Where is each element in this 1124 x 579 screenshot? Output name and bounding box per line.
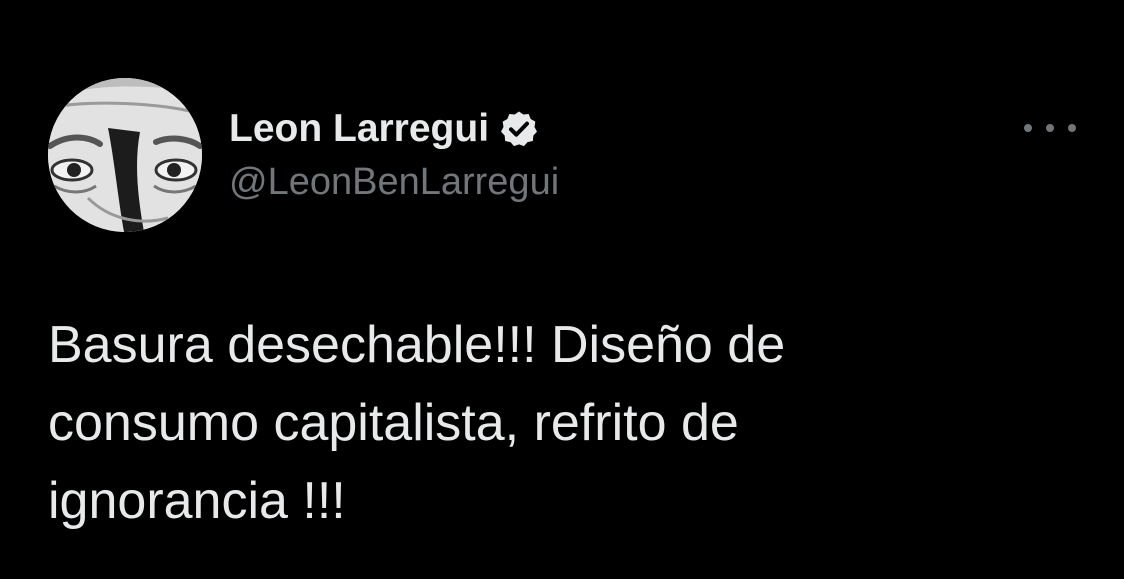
tweet-text: Basura desechable!!! Diseño de consumo c… [48,306,1088,540]
author-name-row: Leon Larregui [229,104,539,154]
display-name[interactable]: Leon Larregui [229,104,489,154]
more-horizontal-icon [1046,124,1054,132]
avatar[interactable] [48,78,202,232]
more-horizontal-icon [1024,124,1032,132]
author-handle[interactable]: @LeonBenLarregui [229,158,559,206]
tweet-text-line: Basura desechable!!! Diseño de [48,316,786,374]
tweet-text-line: consumo capitalista, refrito de [48,394,739,452]
more-horizontal-icon [1068,124,1076,132]
more-options-button[interactable] [1024,112,1076,144]
tweet-card: Leon Larregui @LeonBenLarregui Basura de… [0,0,1124,579]
verified-badge-icon [499,109,539,149]
tweet-text-line: ignorancia !!! [48,472,346,530]
profile-photo-icon [48,78,202,232]
